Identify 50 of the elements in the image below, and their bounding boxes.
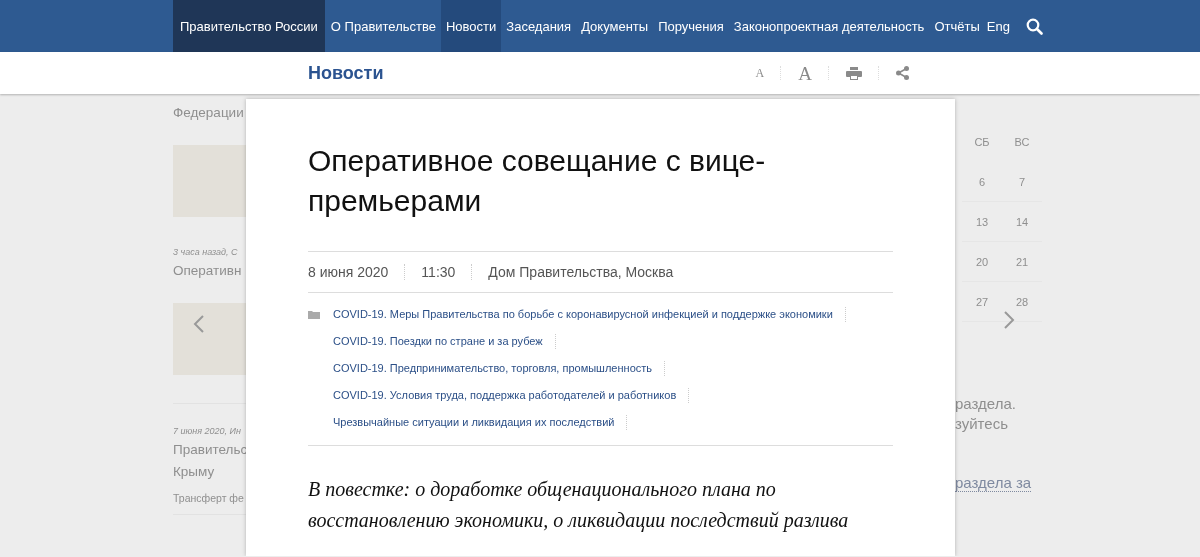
nav-link[interactable]: Новости [440, 0, 502, 52]
nav-link[interactable]: Документы [576, 0, 654, 52]
news-title[interactable]: Оперативн [173, 261, 246, 281]
nav-link[interactable]: Eng [984, 0, 1012, 52]
weekday-label: ВС [1013, 135, 1031, 150]
article-date: 8 июня 2020 [308, 264, 390, 280]
calendar-day[interactable]: 13 [962, 202, 1002, 242]
search-icon [1025, 17, 1043, 35]
nav-link[interactable]: О Правительстве [325, 0, 441, 52]
article-time: 11:30 [404, 264, 472, 280]
calendar-day[interactable]: 27 [962, 282, 1002, 322]
nav-link[interactable]: Законопроектная деятельность [728, 0, 930, 52]
article-place: Дом Правительства, Москва [471, 264, 690, 280]
tag-link[interactable]: COVID-19. Меры Правительства по борьбе с коронавирусной инфекцией и поддержке экономики [333, 307, 846, 322]
text-link[interactable]: раздела за [955, 474, 1032, 492]
news-title[interactable]: Правительс [173, 440, 246, 460]
weekday-label: СБ [973, 135, 991, 150]
share-button[interactable] [896, 66, 909, 80]
chevron-left-icon[interactable] [193, 314, 205, 334]
print-button[interactable] [846, 66, 862, 80]
calendar-day[interactable]: 28 [1002, 282, 1042, 322]
calendar-day[interactable]: 6 [962, 162, 1002, 202]
tag-link[interactable]: Чрезвычайные ситуации и ликвидация их последствий [333, 415, 628, 430]
tag-link[interactable]: COVID-19. Поездки по стране и за рубеж [333, 334, 556, 349]
nav-link[interactable]: Поручения [653, 0, 729, 52]
tag-link[interactable]: COVID-19. Предпринимательство, торговля, промышленность [333, 361, 666, 376]
font-smaller-button[interactable]: A [755, 67, 765, 79]
folder-icon [308, 310, 320, 319]
nav-link[interactable]: Отчёты [929, 0, 985, 52]
news-title[interactable]: Крыму [173, 462, 246, 482]
text-fragment: раздела. [955, 394, 1017, 414]
calendar-day[interactable]: 21 [1002, 242, 1042, 282]
share-icon [896, 66, 909, 80]
news-title[interactable]: Федерации [173, 103, 246, 123]
article-lead: В повестке: о доработке общенационального плана по восстановлению экономики, о ликвидации последствий разлива [308, 477, 850, 534]
news-meta: 7 июня 2020, Ин [173, 425, 242, 438]
calendar-day[interactable]: 14 [1002, 202, 1042, 242]
article-title: Оперативное совещание с вице-премьерами [308, 143, 767, 219]
chevron-right-icon[interactable] [1003, 310, 1015, 330]
calendar-day[interactable]: 7 [1002, 162, 1042, 202]
news-lead: Трансферт фе [173, 492, 245, 504]
tag-link[interactable]: COVID-19. Условия труда, поддержка работодателей и работников [333, 388, 690, 403]
nav-link[interactable]: Заседания [501, 0, 577, 52]
printer-icon [846, 66, 862, 80]
news-meta: 3 часа назад, С [173, 246, 239, 259]
font-larger-button[interactable]: A [798, 63, 812, 83]
nav-link[interactable]: Правительство России [173, 0, 325, 52]
section-title: Новости [308, 62, 384, 84]
calendar-day[interactable]: 20 [962, 242, 1002, 282]
text-fragment: зуйтесь [955, 414, 1009, 434]
